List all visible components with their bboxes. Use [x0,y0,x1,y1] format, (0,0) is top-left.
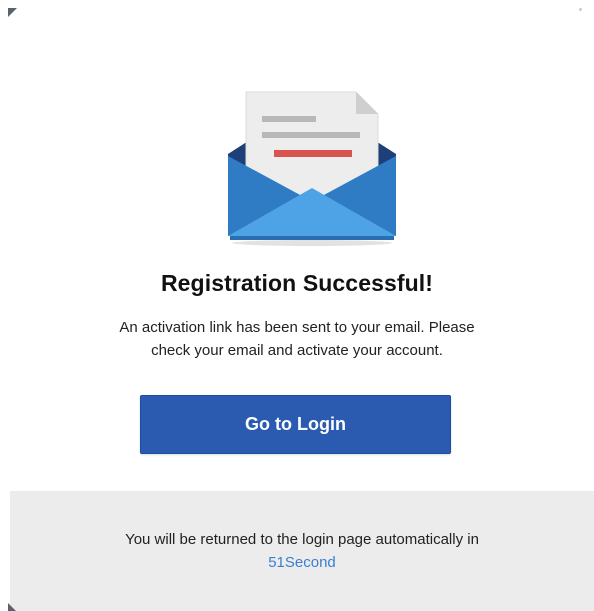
go-to-login-button[interactable]: Go to Login [140,395,451,454]
page-title: Registration Successful! [160,270,434,296]
go-to-login-button-label: Go to Login [245,414,346,434]
window-corner-dot [579,8,582,11]
redirect-notice: You will be returned to the login page a… [10,528,594,574]
activation-message-line2: check your email and activate your accou… [151,342,443,359]
activation-message: An activation link has been sent to your… [60,316,534,362]
window-corner-decoration [8,8,17,17]
redirect-text: You will be returned to the login page a… [125,531,479,548]
envelope-icon [222,88,402,248]
redirect-footer: You will be returned to the login page a… [10,491,594,611]
registration-success-dialog: Registration Successful! An activation l… [0,0,594,611]
activation-message-line1: An activation link has been sent to your… [119,319,475,336]
countdown-timer: 51Second [268,554,336,571]
window-corner-decoration-bottom [8,603,16,611]
